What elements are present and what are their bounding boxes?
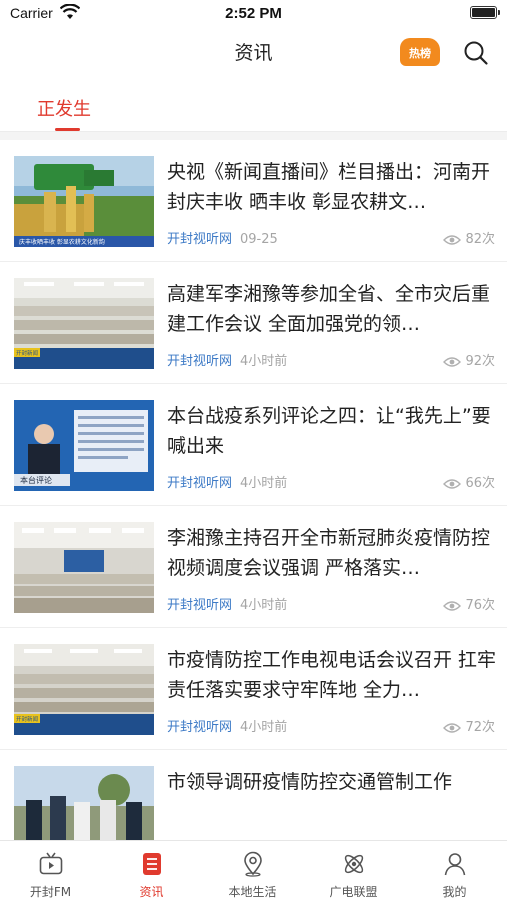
battery-icon (470, 6, 500, 19)
view-count: 76次 (443, 594, 495, 613)
view-count-label: 66次 (465, 476, 495, 491)
news-item[interactable]: 开封新闻 市疫情防控工作电视电话会议召开 扛牢责任落实要求守牢阵地 全力… 开封… (0, 628, 507, 750)
status-bar: Carrier 2:52 PM (0, 0, 507, 28)
hot-list-label: 热榜 (409, 47, 431, 60)
svg-text:本台评论: 本台评论 (20, 475, 52, 485)
news-item[interactable]: 本台评论 本台战疫系列评论之四：让“我先上”要喊出来 开封视听网 4小时前 66次 (0, 384, 507, 506)
news-source: 开封视听网 (167, 720, 233, 735)
eye-icon (443, 357, 462, 367)
news-thumbnail: 开封新闻 (14, 278, 154, 369)
news-item[interactable]: 庆丰收晒丰收 彰显农耕文化新韵 央视《新闻直播间》栏目播出：河南开封庆丰收 晒丰… (0, 140, 507, 262)
news-thumbnail: 开封新闻 (14, 644, 154, 735)
view-count-label: 72次 (465, 720, 495, 735)
news-title: 李湘豫主持召开全市新冠肺炎疫情防控视频调度会议强调 严格落实… (167, 527, 491, 579)
atom-icon (344, 854, 364, 874)
news-meta: 开封视听网 4小时前 72次 (167, 716, 495, 735)
news-title: 央视《新闻直播间》栏目播出：河南开封庆丰收 晒丰收 彰显农耕文… (167, 161, 491, 213)
search-icon[interactable] (463, 40, 489, 66)
bottom-tab-news[interactable]: 资讯 (101, 841, 202, 900)
bottom-tab-local-life[interactable]: 本地生活 (202, 841, 303, 900)
bottom-tab-profile[interactable]: 我的 (404, 841, 505, 900)
eye-icon (443, 723, 462, 733)
news-source: 开封视听网 (167, 354, 233, 369)
news-title: 市疫情防控工作电视电话会议召开 扛牢责任落实要求守牢阵地 全力… (167, 649, 497, 701)
view-count: 82次 (443, 228, 495, 247)
news-meta: 开封视听网 4小时前 76次 (167, 594, 495, 613)
news-title: 本台战疫系列评论之四：让“我先上”要喊出来 (167, 405, 491, 457)
bottom-tab-label: 开封FM (29, 885, 72, 899)
news-title: 市领导调研疫情防控交通管制工作 (167, 771, 453, 793)
view-count-label: 76次 (465, 598, 495, 613)
news-thumbnail (14, 522, 154, 613)
tv-icon (39, 852, 63, 875)
tab-zhengfasheng[interactable]: 正发生 (37, 95, 91, 121)
view-count: 66次 (443, 472, 495, 491)
view-count-label: 92次 (465, 354, 495, 369)
divider (0, 132, 507, 140)
tab-active-indicator (55, 128, 80, 131)
news-time: 09-25 (240, 232, 278, 247)
news-item[interactable]: 开封新闻 高建军李湘豫等参加全省、全市灾后重建工作会议 全面加强党的领… 开封视… (0, 262, 507, 384)
category-tab-bar: 正发生 (0, 78, 507, 132)
view-count-label: 82次 (465, 232, 495, 247)
eye-icon (443, 235, 462, 245)
news-meta: 开封视听网 09-25 82次 (167, 228, 495, 247)
news-source: 开封视听网 (167, 598, 233, 613)
bottom-tab-label: 广电联盟 (329, 885, 378, 899)
hot-list-button[interactable]: 热榜 (400, 38, 440, 66)
news-item[interactable]: 李湘豫主持召开全市新冠肺炎疫情防控视频调度会议强调 严格落实… 开封视听网 4小时… (0, 506, 507, 628)
news-source: 开封视听网 (167, 232, 233, 247)
news-title: 高建军李湘豫等参加全省、全市灾后重建工作会议 全面加强党的领… (167, 283, 491, 335)
view-count: 92次 (443, 350, 495, 369)
eye-icon (443, 479, 462, 489)
news-time: 4小时前 (240, 720, 288, 735)
bottom-tab-label: 资讯 (139, 885, 164, 899)
svg-text:开封新闻: 开封新闻 (16, 349, 38, 357)
bottom-tab-kaifeng-fm[interactable]: 开封FM (0, 841, 101, 900)
news-meta: 开封视听网 4小时前 92次 (167, 350, 495, 369)
news-list-icon (143, 853, 161, 875)
news-feed: 庆丰收晒丰收 彰显农耕文化新韵 央视《新闻直播间》栏目播出：河南开封庆丰收 晒丰… (0, 140, 507, 872)
location-pin-icon (244, 851, 262, 877)
news-meta: 开封视听网 4小时前 66次 (167, 472, 495, 491)
status-time: 2:52 PM (225, 5, 282, 22)
bottom-tab-broadcast-alliance[interactable]: 广电联盟 (303, 841, 404, 900)
view-count: 72次 (443, 716, 495, 735)
news-source: 开封视听网 (167, 476, 233, 491)
news-time: 4小时前 (240, 354, 288, 369)
navigation-bar: 资讯 热榜 (0, 28, 507, 76)
bottom-tab-label: 我的 (442, 885, 467, 899)
news-time: 4小时前 (240, 476, 288, 491)
eye-icon (443, 601, 462, 611)
news-time: 4小时前 (240, 598, 288, 613)
person-icon (444, 853, 466, 876)
bottom-tab-bar: 开封FM 资讯 本地生活 广电联盟 我的 (0, 840, 507, 900)
bottom-tab-label: 本地生活 (228, 885, 277, 899)
news-thumbnail: 庆丰收晒丰收 彰显农耕文化新韵 (14, 156, 154, 247)
svg-text:庆丰收晒丰收 彰显农耕文化新韵: 庆丰收晒丰收 彰显农耕文化新韵 (19, 238, 105, 246)
news-thumbnail: 本台评论 (14, 400, 154, 491)
svg-text:开封新闻: 开封新闻 (16, 715, 38, 723)
